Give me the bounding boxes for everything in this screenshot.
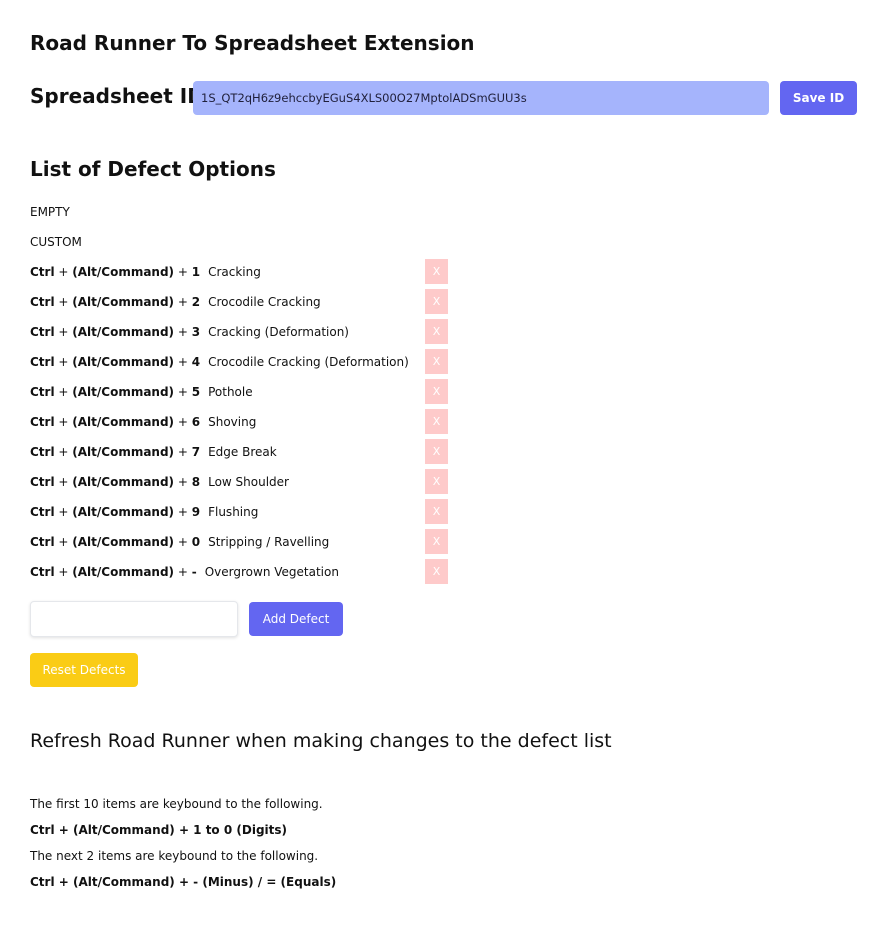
defect-list: Ctrl + (Alt/Command) + 1 Cracking X Ctrl + … <box>30 259 450 589</box>
delete-defect-button[interactable]: X <box>425 499 448 524</box>
shortcut-ctrl: Ctrl <box>30 565 55 579</box>
delete-defect-button[interactable]: X <box>425 319 448 344</box>
defect-name: Cracking <box>208 265 261 279</box>
defect-name: Shoving <box>208 415 257 429</box>
save-id-button[interactable]: Save ID <box>780 81 857 115</box>
defect-shortcut: Ctrl + (Alt/Command) + 7 Edge Break <box>30 445 277 459</box>
defect-shortcut: Ctrl + (Alt/Command) + 3 Cracking (Deform… <box>30 325 349 339</box>
delete-defect-button[interactable]: X <box>425 289 448 314</box>
defect-row: Ctrl + (Alt/Command) + 0 Stripping / Rave… <box>30 529 450 559</box>
shortcut-ctrl: Ctrl <box>30 355 55 369</box>
defect-row: Ctrl + (Alt/Command) + 2 Crocodile Cracki… <box>30 289 450 319</box>
defect-name: Crocodile Cracking <box>208 295 321 309</box>
shortcut-ctrl: Ctrl <box>30 535 55 549</box>
delete-defect-button[interactable]: X <box>425 529 448 554</box>
shortcut-key: 9 <box>191 505 201 519</box>
defect-shortcut: Ctrl + (Alt/Command) + 6 Shoving <box>30 415 257 429</box>
spreadsheet-id-label: Spreadsheet ID <box>30 84 204 108</box>
defect-shortcut: Ctrl + (Alt/Command) + 1 Cracking <box>30 265 261 279</box>
delete-defect-button[interactable]: X <box>425 349 448 374</box>
defect-name: Edge Break <box>208 445 277 459</box>
delete-defect-button[interactable]: X <box>425 439 448 464</box>
defect-shortcut: Ctrl + (Alt/Command) + 8 Low Shoulder <box>30 475 289 489</box>
shortcut-ctrl: Ctrl <box>30 265 55 279</box>
defect-name: Low Shoulder <box>208 475 289 489</box>
defect-name: Flushing <box>208 505 259 519</box>
defect-row: Ctrl + (Alt/Command) + 6 Shoving X <box>30 409 450 439</box>
shortcut-modifier: (Alt/Command) <box>72 535 175 549</box>
defect-row: Ctrl + (Alt/Command) + 1 Cracking X <box>30 259 450 289</box>
shortcut-ctrl: Ctrl <box>30 385 55 399</box>
defect-row: Ctrl + (Alt/Command) + 7 Edge Break X <box>30 439 450 469</box>
defect-row: Ctrl + (Alt/Command) + 3 Cracking (Deform… <box>30 319 450 349</box>
defect-shortcut: Ctrl + (Alt/Command) + 9 Flushing <box>30 505 259 519</box>
shortcut-modifier: (Alt/Command) <box>72 475 175 489</box>
shortcut-key: 4 <box>191 355 201 369</box>
shortcut-key: 6 <box>191 415 201 429</box>
delete-defect-button[interactable]: X <box>425 259 448 284</box>
defect-name: Crocodile Cracking (Deformation) <box>208 355 409 369</box>
shortcut-key: - <box>191 565 197 579</box>
defect-row: Ctrl + (Alt/Command) + 4 Crocodile Cracki… <box>30 349 450 379</box>
defect-name: Cracking (Deformation) <box>208 325 349 339</box>
shortcut-ctrl: Ctrl <box>30 475 55 489</box>
defect-row: Ctrl + (Alt/Command) + 9 Flushing X <box>30 499 450 529</box>
app-title: Road Runner To Spreadsheet Extension <box>30 31 475 55</box>
shortcut-modifier: (Alt/Command) <box>72 445 175 459</box>
defect-name: Pothole <box>208 385 253 399</box>
shortcut-ctrl: Ctrl <box>30 295 55 309</box>
shortcut-key: 2 <box>191 295 201 309</box>
shortcut-ctrl: Ctrl <box>30 415 55 429</box>
delete-defect-button[interactable]: X <box>425 409 448 434</box>
keybind-info-first-keys: Ctrl + (Alt/Command) + 1 to 0 (Digits) <box>30 823 288 837</box>
defect-shortcut: Ctrl + (Alt/Command) + 5 Pothole <box>30 385 253 399</box>
reset-defects-button[interactable]: Reset Defects <box>30 653 138 687</box>
shortcut-modifier: (Alt/Command) <box>72 565 175 579</box>
shortcut-modifier: (Alt/Command) <box>72 505 175 519</box>
keybind-info-next-keys: Ctrl + (Alt/Command) + - (Minus) / = (Eq… <box>30 875 337 889</box>
delete-defect-button[interactable]: X <box>425 379 448 404</box>
defect-name: Overgrown Vegetation <box>204 565 339 579</box>
shortcut-modifier: (Alt/Command) <box>72 415 175 429</box>
shortcut-modifier: (Alt/Command) <box>72 265 175 279</box>
defect-row: Ctrl + (Alt/Command) + 8 Low Shoulder X <box>30 469 450 499</box>
add-defect-button[interactable]: Add Defect <box>249 602 343 636</box>
defect-row: Ctrl + (Alt/Command) + 5 Pothole X <box>30 379 450 409</box>
extension-options-page: Road Runner To Spreadsheet Extension Spr… <box>0 0 878 926</box>
shortcut-key: 1 <box>191 265 201 279</box>
shortcut-ctrl: Ctrl <box>30 325 55 339</box>
shortcut-modifier: (Alt/Command) <box>72 355 175 369</box>
defect-list-title: List of Defect Options <box>30 157 276 181</box>
shortcut-modifier: (Alt/Command) <box>72 295 175 309</box>
shortcut-key: 3 <box>191 325 201 339</box>
defect-item-empty: EMPTY <box>30 205 70 219</box>
shortcut-ctrl: Ctrl <box>30 505 55 519</box>
defect-item-custom: CUSTOM <box>30 235 82 249</box>
delete-defect-button[interactable]: X <box>425 559 448 584</box>
shortcut-modifier: (Alt/Command) <box>72 325 175 339</box>
defect-shortcut: Ctrl + (Alt/Command) + 0 Stripping / Rave… <box>30 535 330 549</box>
keybind-info-next: The next 2 items are keybound to the fol… <box>30 849 319 863</box>
defect-shortcut: Ctrl + (Alt/Command) + 2 Crocodile Cracki… <box>30 295 321 309</box>
shortcut-key: 7 <box>191 445 201 459</box>
shortcut-ctrl: Ctrl <box>30 445 55 459</box>
defect-shortcut: Ctrl + (Alt/Command) + 4 Crocodile Cracki… <box>30 355 409 369</box>
shortcut-key: 0 <box>191 535 201 549</box>
shortcut-modifier: (Alt/Command) <box>72 385 175 399</box>
spreadsheet-id-input[interactable] <box>193 81 769 115</box>
delete-defect-button[interactable]: X <box>425 469 448 494</box>
defect-row: Ctrl + (Alt/Command) + - Overgrown Vegeta… <box>30 559 450 589</box>
keybind-info-first: The first 10 items are keybound to the f… <box>30 797 323 811</box>
shortcut-key: 5 <box>191 385 201 399</box>
defect-name: Stripping / Ravelling <box>208 535 330 549</box>
shortcut-key: 8 <box>191 475 201 489</box>
new-defect-input[interactable] <box>30 601 238 637</box>
spreadsheet-id-row: Spreadsheet ID Save ID <box>30 81 857 115</box>
refresh-notice: Refresh Road Runner when making changes … <box>30 730 612 752</box>
defect-shortcut: Ctrl + (Alt/Command) + - Overgrown Vegeta… <box>30 565 339 579</box>
